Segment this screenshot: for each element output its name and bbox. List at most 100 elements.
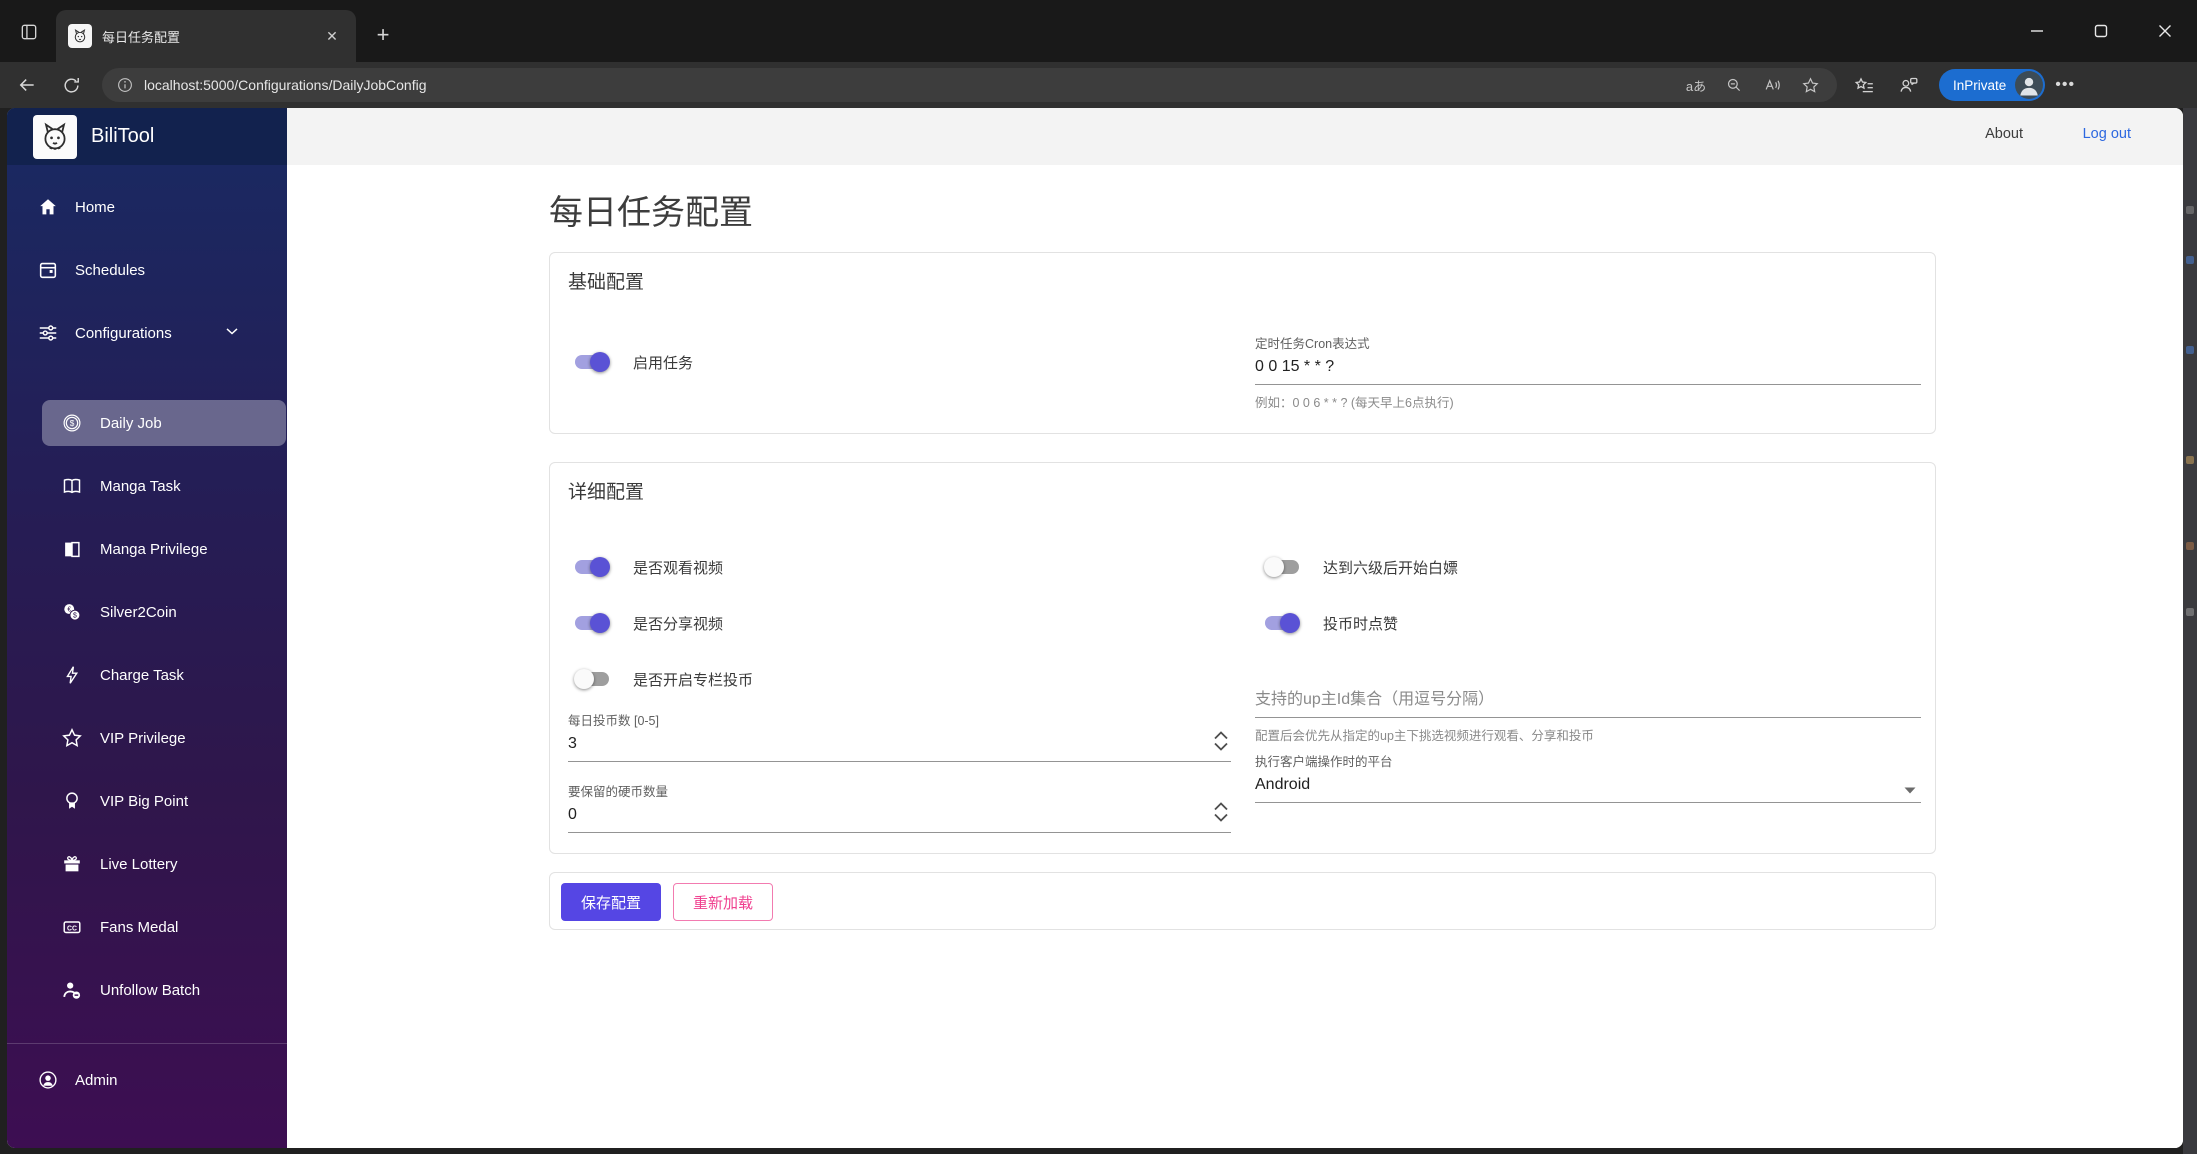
- rail-icon[interactable]: [2186, 256, 2194, 264]
- url-text: localhost:5000/Configurations/DailyJobCo…: [144, 77, 427, 93]
- sidebar-item-fans-medal[interactable]: CC Fans Medal: [7, 904, 287, 950]
- sidebar-item-vip-privilege[interactable]: VIP Privilege: [7, 715, 287, 761]
- favorite-star-icon[interactable]: [1795, 71, 1825, 99]
- rail-icon[interactable]: [2186, 456, 2194, 464]
- number-stepper[interactable]: [1213, 731, 1229, 751]
- watch-video-switch[interactable]: [574, 557, 610, 577]
- enable-task-switch[interactable]: [574, 352, 610, 372]
- stepper-down-icon: [1214, 813, 1228, 822]
- app-sidebar: BiliTool Home Schedules Configurations $…: [7, 108, 287, 1148]
- rail-icon[interactable]: [2186, 206, 2194, 214]
- sidebar-item-charge-task[interactable]: Charge Task: [7, 652, 287, 698]
- sidebar-divider: [7, 1043, 287, 1044]
- sidebar-item-live-lottery[interactable]: Live Lottery: [7, 841, 287, 887]
- up-ids-hint: 配置后会优先从指定的up主下挑选视频进行观看、分享和投币: [1255, 729, 1594, 743]
- section-heading: 基础配置: [568, 272, 645, 293]
- about-link[interactable]: About: [1985, 126, 2023, 142]
- sidebar-item-label: Manga Privilege: [100, 540, 208, 558]
- share-video-switch[interactable]: [574, 613, 610, 633]
- coins-icon: € $: [61, 601, 83, 623]
- stepper-down-icon: [1214, 742, 1228, 751]
- sidebar-header: BiliTool: [7, 108, 287, 165]
- home-icon: [37, 196, 59, 218]
- browser-tab[interactable]: 每日任务配置 ✕: [56, 10, 356, 62]
- watch-video-toggle-row: 是否观看视频: [574, 557, 723, 577]
- rail-icon[interactable]: [2186, 608, 2194, 616]
- share-video-toggle-row: 是否分享视频: [574, 613, 723, 633]
- new-tab-icon[interactable]: +: [366, 18, 400, 52]
- sidebar-item-label: Silver2Coin: [100, 603, 177, 621]
- sidebar-item-manga-task[interactable]: Manga Task: [7, 463, 287, 509]
- browser-titlebar: 每日任务配置 ✕ +: [0, 0, 2197, 62]
- inprivate-badge[interactable]: InPrivate: [1939, 69, 2046, 101]
- level6-free-toggle-row: 达到六级后开始白嫖: [1264, 557, 1458, 577]
- window-minimize-icon[interactable]: [2005, 0, 2069, 62]
- cron-input[interactable]: 0 0 15 * * ?: [1255, 352, 1921, 385]
- svg-text:$: $: [73, 613, 77, 620]
- rail-icon[interactable]: [2186, 542, 2194, 550]
- translate-icon[interactable]: aあ: [1681, 71, 1711, 99]
- platform-select[interactable]: Android: [1255, 770, 1921, 803]
- book-icon: [61, 538, 83, 560]
- rail-icon[interactable]: [2186, 346, 2194, 354]
- daily-coin-label: 每日投币数 [0-5]: [568, 714, 659, 728]
- reserve-coin-input[interactable]: 0: [568, 800, 1231, 833]
- dropdown-arrow-icon: [1903, 782, 1917, 800]
- cc-badge-icon: CC: [61, 916, 83, 938]
- daily-coin-input[interactable]: 3: [568, 729, 1231, 762]
- edge-side-rail[interactable]: [2183, 108, 2197, 1154]
- window-maximize-icon[interactable]: [2069, 0, 2133, 62]
- up-ids-field: 支持的up主Id集合（用逗号分隔） 配置后会优先从指定的up主下挑选视频进行观看…: [1255, 679, 1921, 744]
- sidebar-item-schedules[interactable]: Schedules: [7, 247, 287, 293]
- browser-essentials-icon[interactable]: [1891, 69, 1925, 101]
- sidebar-item-label: Live Lottery: [100, 855, 178, 873]
- window-close-icon[interactable]: [2133, 0, 2197, 62]
- favorites-hub-icon[interactable]: [1847, 69, 1881, 101]
- refresh-icon[interactable]: [54, 68, 88, 102]
- sidebar-item-unfollow-batch[interactable]: Unfollow Batch: [7, 967, 287, 1013]
- sidebar-item-configurations[interactable]: Configurations: [7, 310, 287, 356]
- coin-icon: $: [61, 412, 83, 434]
- read-aloud-icon[interactable]: [1757, 71, 1787, 99]
- back-icon[interactable]: [10, 68, 44, 102]
- save-config-button[interactable]: 保存配置: [561, 883, 661, 921]
- tab-actions-icon[interactable]: [12, 15, 46, 49]
- enable-task-toggle-row: 启用任务: [574, 352, 693, 372]
- tab-close-icon[interactable]: ✕: [320, 24, 344, 48]
- reload-button[interactable]: 重新加载: [673, 883, 773, 921]
- sidebar-item-vip-big-point[interactable]: VIP Big Point: [7, 778, 287, 824]
- calendar-icon: [37, 259, 59, 281]
- level6-free-switch[interactable]: [1264, 557, 1300, 577]
- number-stepper[interactable]: [1213, 802, 1229, 822]
- up-ids-input[interactable]: 支持的up主Id集合（用逗号分隔）: [1255, 679, 1921, 718]
- toggle-label: 投币时点赞: [1323, 615, 1399, 633]
- sidebar-item-home[interactable]: Home: [7, 184, 287, 230]
- sidebar-item-manga-privilege[interactable]: Manga Privilege: [7, 526, 287, 572]
- platform-field: 执行客户端操作时的平台 Android: [1255, 751, 1921, 803]
- sidebar-item-label: VIP Big Point: [100, 792, 189, 810]
- article-coin-switch[interactable]: [574, 669, 610, 689]
- zoom-out-icon[interactable]: [1719, 71, 1749, 99]
- person-remove-icon: [61, 979, 83, 1001]
- sidebar-item-admin[interactable]: Admin: [7, 1057, 287, 1103]
- cron-field: 定时任务Cron表达式 0 0 15 * * ? 例如：0 0 6 * * ? …: [1255, 333, 1921, 411]
- cc-badge-text: CC: [67, 925, 77, 932]
- address-bar[interactable]: localhost:5000/Configurations/DailyJobCo…: [102, 68, 1837, 102]
- webview: BiliTool Home Schedules Configurations $…: [7, 108, 2183, 1148]
- article-coin-toggle-row: 是否开启专栏投币: [574, 669, 753, 689]
- sidebar-item-silver2coin[interactable]: € $ Silver2Coin: [7, 589, 287, 635]
- logout-link[interactable]: Log out: [2083, 126, 2131, 142]
- like-on-coin-switch[interactable]: [1264, 613, 1300, 633]
- site-info-icon[interactable]: [114, 74, 136, 96]
- actions-card: 保存配置 重新加载: [549, 872, 1936, 930]
- sidebar-item-label: Unfollow Batch: [100, 981, 201, 999]
- basic-config-card: 基础配置 启用任务 定时任务Cron表达式 0 0 15 * * ? 例如：0 …: [549, 252, 1936, 434]
- sidebar-item-label: Configurations: [75, 324, 172, 342]
- browser-menu-icon[interactable]: •••: [2055, 76, 2075, 94]
- sidebar-item-daily-job[interactable]: $ Daily Job: [7, 400, 287, 446]
- sidebar-item-label: Daily Job: [100, 414, 162, 432]
- detail-config-card: 详细配置 是否观看视频 是否分享视频 是否开启专栏投币 达到六级后开始白嫖 投币…: [549, 462, 1936, 854]
- section-heading: 详细配置: [568, 482, 645, 503]
- bilitool-logo: [33, 114, 77, 159]
- avatar: [2015, 71, 2044, 99]
